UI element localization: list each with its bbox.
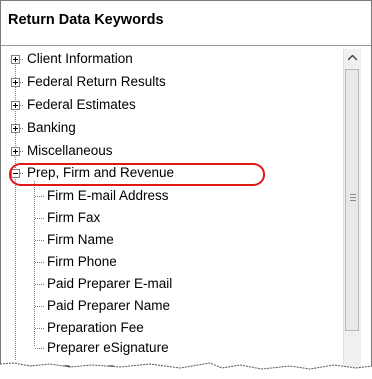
tree-connector	[35, 348, 45, 349]
plus-box-icon[interactable]	[11, 124, 20, 133]
scroll-up-button[interactable]	[344, 49, 361, 66]
grip-icon	[350, 194, 356, 195]
tree-item-miscellaneous[interactable]: Miscellaneous	[27, 141, 113, 161]
grip-icon	[350, 197, 356, 198]
panel-title: Return Data Keywords	[8, 12, 164, 28]
highlight-ring	[9, 163, 265, 186]
chevron-up-icon	[348, 54, 357, 60]
tree-item-preparation-fee[interactable]: Preparation Fee	[47, 318, 144, 338]
tree-connector	[35, 196, 45, 197]
tree-item-banking[interactable]: Banking	[27, 118, 76, 138]
grip-icon	[350, 200, 356, 201]
plus-box-icon[interactable]	[11, 55, 20, 64]
tree-connector	[35, 262, 45, 263]
tree-item-paid-preparer-name[interactable]: Paid Preparer Name	[47, 296, 170, 316]
tree-connector	[35, 284, 45, 285]
plus-box-icon[interactable]	[11, 147, 20, 156]
tree-item-firm-name[interactable]: Firm Name	[47, 230, 114, 250]
tree-item-firm-phone[interactable]: Firm Phone	[47, 252, 117, 272]
tree-connector	[35, 218, 45, 219]
header-divider	[1, 45, 371, 46]
torn-edge	[0, 362, 372, 379]
plus-box-icon[interactable]	[11, 78, 20, 87]
tree-item-firm-email-address[interactable]: Firm E-mail Address	[47, 186, 169, 206]
tree-item-firm-fax[interactable]: Firm Fax	[47, 208, 100, 228]
tree-connector	[35, 240, 45, 241]
tree-item-federal-return-results[interactable]: Federal Return Results	[27, 72, 166, 92]
plus-box-icon[interactable]	[11, 101, 20, 110]
vertical-scrollbar[interactable]	[343, 49, 361, 378]
tree-connector	[35, 328, 45, 329]
tree-item-paid-preparer-email[interactable]: Paid Preparer E-mail	[47, 274, 172, 294]
scroll-thumb[interactable]	[345, 69, 359, 331]
tree-connector	[35, 306, 45, 307]
keyword-tree[interactable]: Client Information Federal Return Result…	[3, 49, 341, 378]
return-data-keywords-panel: Return Data Keywords Client Information …	[0, 0, 372, 379]
panel-header: Return Data Keywords	[1, 1, 371, 39]
tree-connector	[34, 181, 35, 347]
tree-item-client-information[interactable]: Client Information	[27, 49, 133, 69]
tree-item-federal-estimates[interactable]: Federal Estimates	[27, 95, 136, 115]
